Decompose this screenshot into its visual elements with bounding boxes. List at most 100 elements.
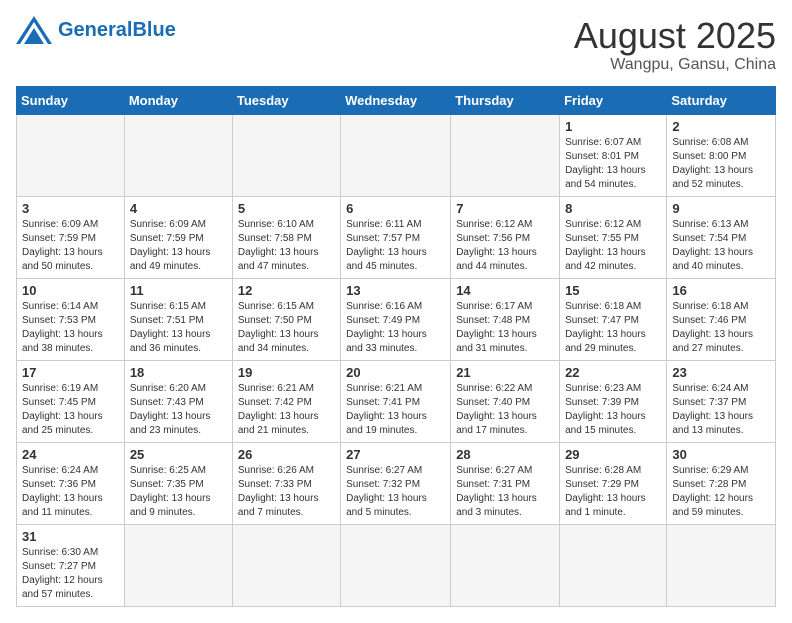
calendar-cell: 24Sunrise: 6:24 AM Sunset: 7:36 PM Dayli… [17, 442, 125, 524]
calendar-cell: 20Sunrise: 6:21 AM Sunset: 7:41 PM Dayli… [341, 360, 451, 442]
calendar-cell: 15 Sunrise: 6:18 AM Sunset: 7:47 PM Dayli… [560, 278, 667, 360]
day-number: 3 [22, 201, 119, 216]
logo-text: GeneralBlue [58, 20, 176, 40]
page-header: GeneralBlue August 2025 Wangpu, Gansu, C… [16, 16, 776, 74]
day-number: 8 [565, 201, 661, 216]
day-number: 18 [130, 365, 227, 380]
calendar-cell: 14 Sunrise: 6:17 AM Sunset: 7:48 PM Dayli… [451, 278, 560, 360]
calendar-cell: 6 Sunrise: 6:11 AM Sunset: 7:57 PM Daylig… [341, 196, 451, 278]
calendar-cell [341, 524, 451, 606]
day-number: 28 [456, 447, 554, 462]
day-number: 6 [346, 201, 445, 216]
calendar-cell [232, 114, 340, 196]
calendar-week-row: 3 Sunrise: 6:09 AM Sunset: 7:59 PM Daylig… [17, 196, 776, 278]
day-info: Sunrise: 6:09 AM Sunset: 7:59 PM Dayligh… [130, 218, 227, 274]
day-info: Sunrise: 6:25 AM Sunset: 7:35 PM Dayligh… [130, 464, 227, 520]
day-info: Sunrise: 6:10 AM Sunset: 7:58 PM Dayligh… [238, 218, 335, 274]
calendar-cell [124, 114, 232, 196]
calendar-cell: 5 Sunrise: 6:10 AM Sunset: 7:58 PM Daylig… [232, 196, 340, 278]
day-number: 20 [346, 365, 445, 380]
day-info: Sunrise: 6:28 AM Sunset: 7:29 PM Dayligh… [565, 464, 661, 520]
calendar-cell: 1 Sunrise: 6:07 AM Sunset: 8:01 PM Daylig… [560, 114, 667, 196]
day-number: 5 [238, 201, 335, 216]
calendar-week-row: 17 Sunrise: 6:19 AM Sunset: 7:45 PM Dayli… [17, 360, 776, 442]
day-number: 17 [22, 365, 119, 380]
weekday-header-friday: Friday [560, 86, 667, 114]
day-info: Sunrise: 6:24 AM Sunset: 7:37 PM Dayligh… [672, 382, 770, 438]
calendar-cell: 12Sunrise: 6:15 AM Sunset: 7:50 PM Dayli… [232, 278, 340, 360]
calendar-cell: 27 Sunrise: 6:27 AM Sunset: 7:32 PM Dayli… [341, 442, 451, 524]
day-info: Sunrise: 6:30 AM Sunset: 7:27 PM Dayligh… [22, 546, 119, 602]
calendar-cell: 11 Sunrise: 6:15 AM Sunset: 7:51 PM Dayli… [124, 278, 232, 360]
calendar-cell: 25 Sunrise: 6:25 AM Sunset: 7:35 PM Dayli… [124, 442, 232, 524]
day-number: 30 [672, 447, 770, 462]
logo: GeneralBlue [16, 16, 176, 44]
day-number: 22 [565, 365, 661, 380]
day-number: 13 [346, 283, 445, 298]
day-info: Sunrise: 6:19 AM Sunset: 7:45 PM Dayligh… [22, 382, 119, 438]
calendar-cell [667, 524, 776, 606]
weekday-header-thursday: Thursday [451, 86, 560, 114]
day-number: 7 [456, 201, 554, 216]
day-number: 19 [238, 365, 335, 380]
day-info: Sunrise: 6:16 AM Sunset: 7:49 PM Dayligh… [346, 300, 445, 356]
day-number: 23 [672, 365, 770, 380]
day-info: Sunrise: 6:15 AM Sunset: 7:51 PM Dayligh… [130, 300, 227, 356]
calendar-cell [17, 114, 125, 196]
calendar-cell: 31Sunrise: 6:30 AM Sunset: 7:27 PM Dayli… [17, 524, 125, 606]
weekday-header-tuesday: Tuesday [232, 86, 340, 114]
day-info: Sunrise: 6:08 AM Sunset: 8:00 PM Dayligh… [672, 136, 770, 192]
calendar-table: SundayMondayTuesdayWednesdayThursdayFrid… [16, 86, 776, 607]
day-info: Sunrise: 6:24 AM Sunset: 7:36 PM Dayligh… [22, 464, 119, 520]
weekday-header-monday: Monday [124, 86, 232, 114]
calendar-cell: 18 Sunrise: 6:20 AM Sunset: 7:43 PM Dayli… [124, 360, 232, 442]
day-info: Sunrise: 6:27 AM Sunset: 7:32 PM Dayligh… [346, 464, 445, 520]
calendar-week-row: 10Sunrise: 6:14 AM Sunset: 7:53 PM Dayli… [17, 278, 776, 360]
calendar-cell: 26Sunrise: 6:26 AM Sunset: 7:33 PM Dayli… [232, 442, 340, 524]
day-info: Sunrise: 6:26 AM Sunset: 7:33 PM Dayligh… [238, 464, 335, 520]
day-number: 15 [565, 283, 661, 298]
day-number: 12 [238, 283, 335, 298]
day-number: 11 [130, 283, 227, 298]
day-info: Sunrise: 6:11 AM Sunset: 7:57 PM Dayligh… [346, 218, 445, 274]
weekday-header-saturday: Saturday [667, 86, 776, 114]
calendar-cell [341, 114, 451, 196]
calendar-cell: 7Sunrise: 6:12 AM Sunset: 7:56 PM Daylig… [451, 196, 560, 278]
logo-icon [16, 16, 52, 44]
calendar-cell: 19Sunrise: 6:21 AM Sunset: 7:42 PM Dayli… [232, 360, 340, 442]
day-info: Sunrise: 6:18 AM Sunset: 7:47 PM Dayligh… [565, 300, 661, 356]
calendar-cell: 28Sunrise: 6:27 AM Sunset: 7:31 PM Dayli… [451, 442, 560, 524]
weekday-header-sunday: Sunday [17, 86, 125, 114]
day-info: Sunrise: 6:07 AM Sunset: 8:01 PM Dayligh… [565, 136, 661, 192]
calendar-cell: 21Sunrise: 6:22 AM Sunset: 7:40 PM Dayli… [451, 360, 560, 442]
day-info: Sunrise: 6:22 AM Sunset: 7:40 PM Dayligh… [456, 382, 554, 438]
calendar-cell: 3Sunrise: 6:09 AM Sunset: 7:59 PM Daylig… [17, 196, 125, 278]
month-title: August 2025 [574, 16, 776, 56]
day-number: 27 [346, 447, 445, 462]
calendar-cell: 17 Sunrise: 6:19 AM Sunset: 7:45 PM Dayli… [17, 360, 125, 442]
calendar-cell: 22Sunrise: 6:23 AM Sunset: 7:39 PM Dayli… [560, 360, 667, 442]
day-number: 25 [130, 447, 227, 462]
day-info: Sunrise: 6:12 AM Sunset: 7:55 PM Dayligh… [565, 218, 661, 274]
calendar-cell [560, 524, 667, 606]
calendar-week-row: 24Sunrise: 6:24 AM Sunset: 7:36 PM Dayli… [17, 442, 776, 524]
calendar-cell: 29 Sunrise: 6:28 AM Sunset: 7:29 PM Dayli… [560, 442, 667, 524]
day-number: 10 [22, 283, 119, 298]
day-info: Sunrise: 6:20 AM Sunset: 7:43 PM Dayligh… [130, 382, 227, 438]
calendar-cell: 8 Sunrise: 6:12 AM Sunset: 7:55 PM Daylig… [560, 196, 667, 278]
calendar-week-row: 1 Sunrise: 6:07 AM Sunset: 8:01 PM Daylig… [17, 114, 776, 196]
calendar-cell: 30Sunrise: 6:29 AM Sunset: 7:28 PM Dayli… [667, 442, 776, 524]
calendar-cell: 10Sunrise: 6:14 AM Sunset: 7:53 PM Dayli… [17, 278, 125, 360]
calendar-cell [124, 524, 232, 606]
calendar-cell: 16Sunrise: 6:18 AM Sunset: 7:46 PM Dayli… [667, 278, 776, 360]
calendar-week-row: 31Sunrise: 6:30 AM Sunset: 7:27 PM Dayli… [17, 524, 776, 606]
calendar-cell [451, 524, 560, 606]
day-number: 2 [672, 119, 770, 134]
day-number: 29 [565, 447, 661, 462]
day-info: Sunrise: 6:13 AM Sunset: 7:54 PM Dayligh… [672, 218, 770, 274]
day-number: 14 [456, 283, 554, 298]
day-number: 1 [565, 119, 661, 134]
location-title: Wangpu, Gansu, China [574, 56, 776, 74]
calendar-cell: 4Sunrise: 6:09 AM Sunset: 7:59 PM Daylig… [124, 196, 232, 278]
day-info: Sunrise: 6:17 AM Sunset: 7:48 PM Dayligh… [456, 300, 554, 356]
